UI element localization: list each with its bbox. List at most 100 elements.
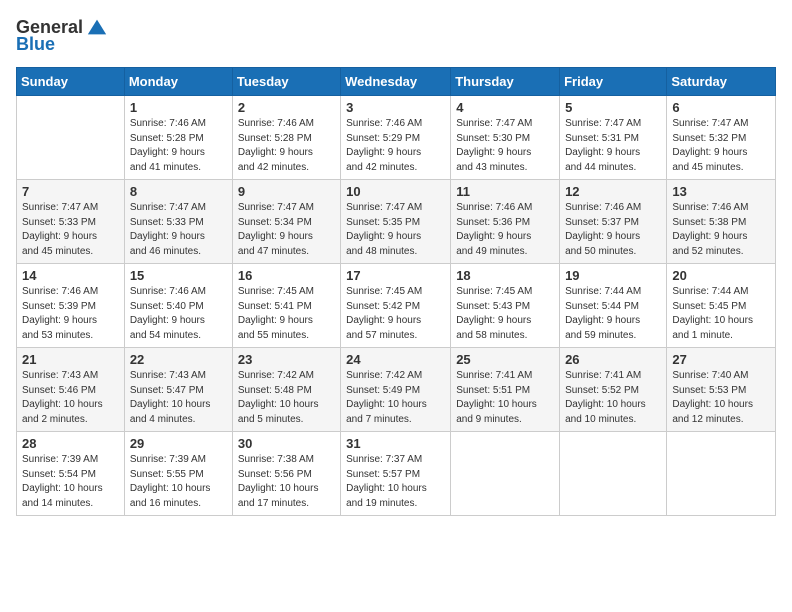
cell-content: Sunrise: 7:46 AM Sunset: 5:39 PM Dayligh… [22, 285, 119, 343]
calendar-cell: 2 Sunrise: 7:46 AM Sunset: 5:28 PM Daylig… [232, 96, 340, 180]
day-number: 4 [456, 100, 554, 115]
calendar-cell: 5 Sunrise: 7:47 AM Sunset: 5:31 PM Daylig… [560, 96, 667, 180]
day-number: 15 [130, 268, 227, 283]
calendar-cell [451, 432, 560, 516]
calendar-cell: 22 Sunrise: 7:43 AM Sunset: 5:47 PM Dayli… [124, 348, 232, 432]
calendar-cell: 10 Sunrise: 7:47 AM Sunset: 5:35 PM Dayli… [341, 180, 451, 264]
day-number: 9 [238, 184, 335, 199]
week-row-1: 1 Sunrise: 7:46 AM Sunset: 5:28 PM Daylig… [17, 96, 776, 180]
day-number: 31 [346, 436, 445, 451]
calendar-table: SundayMondayTuesdayWednesdayThursdayFrid… [16, 67, 776, 516]
header-friday: Friday [560, 68, 667, 96]
day-number: 6 [672, 100, 770, 115]
cell-content: Sunrise: 7:38 AM Sunset: 5:56 PM Dayligh… [238, 453, 335, 511]
calendar-cell: 20 Sunrise: 7:44 AM Sunset: 5:45 PM Dayli… [667, 264, 776, 348]
cell-content: Sunrise: 7:46 AM Sunset: 5:28 PM Dayligh… [238, 117, 335, 175]
day-number: 21 [22, 352, 119, 367]
calendar-cell: 19 Sunrise: 7:44 AM Sunset: 5:44 PM Dayli… [560, 264, 667, 348]
calendar-cell: 28Sunrise: 7:39 AM Sunset: 5:54 PM Dayli… [17, 432, 125, 516]
calendar-cell: 3Sunrise: 7:46 AM Sunset: 5:29 PM Daylig… [341, 96, 451, 180]
day-number: 5 [565, 100, 661, 115]
calendar-cell: 6 Sunrise: 7:47 AM Sunset: 5:32 PM Daylig… [667, 96, 776, 180]
week-row-3: 14 Sunrise: 7:46 AM Sunset: 5:39 PM Dayli… [17, 264, 776, 348]
calendar-cell: 31 Sunrise: 7:37 AM Sunset: 5:57 PM Dayli… [341, 432, 451, 516]
day-number: 8 [130, 184, 227, 199]
week-row-4: 21 Sunrise: 7:43 AM Sunset: 5:46 PM Dayli… [17, 348, 776, 432]
day-number: 16 [238, 268, 335, 283]
calendar-header-row: SundayMondayTuesdayWednesdayThursdayFrid… [17, 68, 776, 96]
cell-content: Sunrise: 7:39 AM Sunset: 5:55 PM Dayligh… [130, 453, 227, 511]
calendar-cell: 16 Sunrise: 7:45 AM Sunset: 5:41 PM Dayli… [232, 264, 340, 348]
calendar-cell: 21 Sunrise: 7:43 AM Sunset: 5:46 PM Dayli… [17, 348, 125, 432]
cell-content: Sunrise: 7:41 AM Sunset: 5:51 PM Dayligh… [456, 369, 554, 427]
cell-content: Sunrise: 7:42 AM Sunset: 5:49 PM Dayligh… [346, 369, 445, 427]
cell-content: Sunrise: 7:47 AM Sunset: 5:32 PM Dayligh… [672, 117, 770, 175]
page-header: General Blue [16, 16, 776, 55]
calendar-cell: 14 Sunrise: 7:46 AM Sunset: 5:39 PM Dayli… [17, 264, 125, 348]
day-number: 18 [456, 268, 554, 283]
calendar-cell: 24Sunrise: 7:42 AM Sunset: 5:49 PM Dayli… [341, 348, 451, 432]
calendar-cell: 15Sunrise: 7:46 AM Sunset: 5:40 PM Dayli… [124, 264, 232, 348]
day-number: 11 [456, 184, 554, 199]
cell-content: Sunrise: 7:44 AM Sunset: 5:44 PM Dayligh… [565, 285, 661, 343]
day-number: 13 [672, 184, 770, 199]
calendar-cell: 18 Sunrise: 7:45 AM Sunset: 5:43 PM Dayli… [451, 264, 560, 348]
day-number: 20 [672, 268, 770, 283]
cell-content: Sunrise: 7:47 AM Sunset: 5:31 PM Dayligh… [565, 117, 661, 175]
logo: General Blue [16, 16, 108, 55]
day-number: 27 [672, 352, 770, 367]
header-monday: Monday [124, 68, 232, 96]
cell-content: Sunrise: 7:47 AM Sunset: 5:34 PM Dayligh… [238, 201, 335, 259]
calendar-cell: 1 Sunrise: 7:46 AM Sunset: 5:28 PM Daylig… [124, 96, 232, 180]
cell-content: Sunrise: 7:47 AM Sunset: 5:30 PM Dayligh… [456, 117, 554, 175]
day-number: 2 [238, 100, 335, 115]
calendar-cell: 9 Sunrise: 7:47 AM Sunset: 5:34 PM Daylig… [232, 180, 340, 264]
day-number: 7 [22, 184, 119, 199]
cell-content: Sunrise: 7:45 AM Sunset: 5:43 PM Dayligh… [456, 285, 554, 343]
calendar-cell [560, 432, 667, 516]
calendar-cell: 26 Sunrise: 7:41 AM Sunset: 5:52 PM Dayli… [560, 348, 667, 432]
day-number: 12 [565, 184, 661, 199]
logo-blue: Blue [16, 34, 55, 55]
day-number: 22 [130, 352, 227, 367]
calendar-cell: 7 Sunrise: 7:47 AM Sunset: 5:33 PM Daylig… [17, 180, 125, 264]
header-thursday: Thursday [451, 68, 560, 96]
day-number: 17 [346, 268, 445, 283]
day-number: 23 [238, 352, 335, 367]
calendar-cell: 11 Sunrise: 7:46 AM Sunset: 5:36 PM Dayli… [451, 180, 560, 264]
calendar-cell: 30 Sunrise: 7:38 AM Sunset: 5:56 PM Dayli… [232, 432, 340, 516]
day-number: 14 [22, 268, 119, 283]
cell-content: Sunrise: 7:47 AM Sunset: 5:33 PM Dayligh… [22, 201, 119, 259]
cell-content: Sunrise: 7:45 AM Sunset: 5:41 PM Dayligh… [238, 285, 335, 343]
week-row-2: 7 Sunrise: 7:47 AM Sunset: 5:33 PM Daylig… [17, 180, 776, 264]
calendar-cell: 17 Sunrise: 7:45 AM Sunset: 5:42 PM Dayli… [341, 264, 451, 348]
day-number: 19 [565, 268, 661, 283]
day-number: 3 [346, 100, 445, 115]
calendar-cell: 13Sunrise: 7:46 AM Sunset: 5:38 PM Dayli… [667, 180, 776, 264]
day-number: 30 [238, 436, 335, 451]
calendar-cell: 29 Sunrise: 7:39 AM Sunset: 5:55 PM Dayli… [124, 432, 232, 516]
cell-content: Sunrise: 7:46 AM Sunset: 5:37 PM Dayligh… [565, 201, 661, 259]
cell-content: Sunrise: 7:43 AM Sunset: 5:46 PM Dayligh… [22, 369, 119, 427]
cell-content: Sunrise: 7:43 AM Sunset: 5:47 PM Dayligh… [130, 369, 227, 427]
cell-content: Sunrise: 7:39 AM Sunset: 5:54 PM Dayligh… [22, 453, 119, 511]
cell-content: Sunrise: 7:46 AM Sunset: 5:36 PM Dayligh… [456, 201, 554, 259]
cell-content: Sunrise: 7:45 AM Sunset: 5:42 PM Dayligh… [346, 285, 445, 343]
cell-content: Sunrise: 7:41 AM Sunset: 5:52 PM Dayligh… [565, 369, 661, 427]
cell-content: Sunrise: 7:37 AM Sunset: 5:57 PM Dayligh… [346, 453, 445, 511]
calendar-cell: 23Sunrise: 7:42 AM Sunset: 5:48 PM Dayli… [232, 348, 340, 432]
day-number: 10 [346, 184, 445, 199]
header-sunday: Sunday [17, 68, 125, 96]
cell-content: Sunrise: 7:47 AM Sunset: 5:35 PM Dayligh… [346, 201, 445, 259]
day-number: 1 [130, 100, 227, 115]
cell-content: Sunrise: 7:47 AM Sunset: 5:33 PM Dayligh… [130, 201, 227, 259]
day-number: 29 [130, 436, 227, 451]
cell-content: Sunrise: 7:40 AM Sunset: 5:53 PM Dayligh… [672, 369, 770, 427]
day-number: 26 [565, 352, 661, 367]
calendar-cell: 25Sunrise: 7:41 AM Sunset: 5:51 PM Dayli… [451, 348, 560, 432]
calendar-cell: 4 Sunrise: 7:47 AM Sunset: 5:30 PM Daylig… [451, 96, 560, 180]
cell-content: Sunrise: 7:46 AM Sunset: 5:28 PM Dayligh… [130, 117, 227, 175]
calendar-cell: 12 Sunrise: 7:46 AM Sunset: 5:37 PM Dayli… [560, 180, 667, 264]
cell-content: Sunrise: 7:44 AM Sunset: 5:45 PM Dayligh… [672, 285, 770, 343]
calendar-cell [17, 96, 125, 180]
